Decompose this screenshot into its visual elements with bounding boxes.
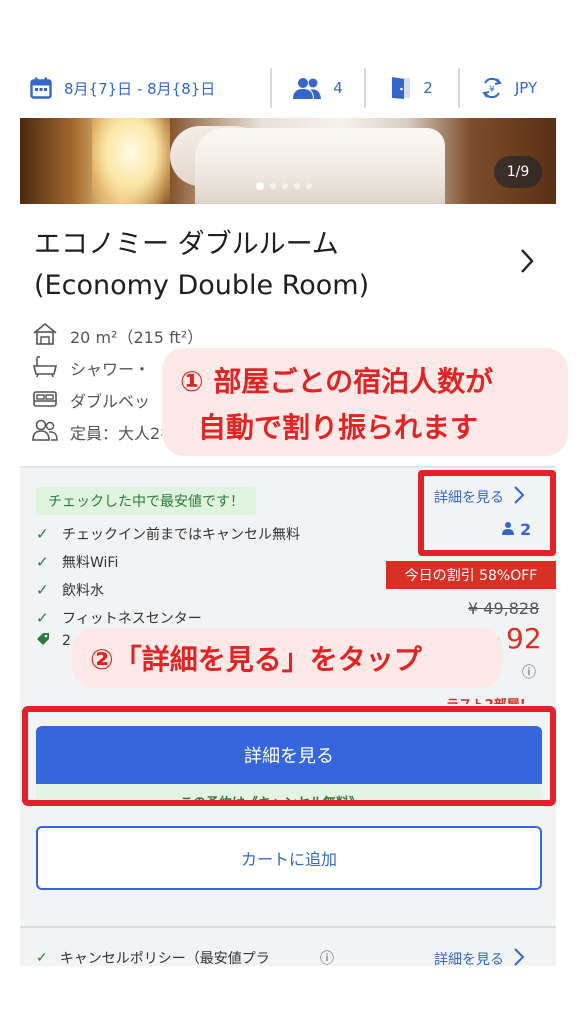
- bed-decoration: [195, 128, 445, 204]
- checkmark-icon: ✓: [36, 950, 48, 966]
- search-summary-bar: 8月{7}日 - 8月{8}日 4 2 ¥ JPY: [18, 60, 558, 116]
- discount-badge: 今日の割引 58%OFF: [386, 561, 556, 589]
- highlight-box: [418, 470, 556, 556]
- door-icon: [391, 76, 411, 100]
- info-icon[interactable]: ⓘ: [320, 948, 334, 966]
- carousel-dot: [282, 183, 288, 189]
- annotation-text: 自動で割り振られます: [198, 411, 479, 444]
- list-item: ✓ 無料WiFi: [36, 553, 119, 571]
- annotation-callout-tap: ②「詳細を見る」をタップ: [72, 628, 502, 688]
- lamp-decoration: [92, 118, 170, 204]
- carousel-dot: [256, 182, 264, 190]
- list-item: ✓ 飲料水: [36, 581, 104, 599]
- photo-counter-badge: 1/9: [494, 156, 542, 188]
- people-icon: [293, 77, 322, 99]
- guest-count-selector[interactable]: 4: [272, 68, 364, 108]
- svg-text:¥: ¥: [489, 85, 495, 95]
- checkmark-icon: ✓: [36, 581, 49, 599]
- original-price: ¥ 49,828: [468, 599, 540, 618]
- add-to-cart-button[interactable]: カートに追加: [36, 826, 542, 890]
- room-count: 2: [423, 79, 433, 97]
- checkmark-icon: ✓: [36, 553, 49, 571]
- people-icon: [32, 418, 58, 446]
- policy-details-link[interactable]: 詳細を見る: [434, 948, 525, 966]
- carousel-dot: [270, 183, 276, 189]
- carousel-dots: [256, 182, 312, 190]
- currency-code: JPY: [514, 79, 538, 97]
- highlight-box: [22, 706, 556, 806]
- info-icon[interactable]: ⓘ: [522, 662, 536, 682]
- carousel-dot: [294, 183, 300, 189]
- room-title-ja: エコノミー ダブルルーム: [34, 229, 339, 260]
- policy-label-group: ✓ キャンセルポリシー（最安値プラ: [36, 950, 270, 966]
- annotation-text: ① 部屋ごとの宿泊人数が: [180, 365, 494, 398]
- room-count-selector[interactable]: 2: [366, 68, 458, 108]
- list-item: 2: [36, 632, 71, 650]
- rooms-left-label: ラスト2部屋!: [446, 694, 526, 704]
- carousel-dot: [306, 183, 312, 189]
- room-title[interactable]: エコノミー ダブルルーム (Economy Double Room): [34, 224, 504, 306]
- house-icon: [32, 322, 58, 350]
- tag-icon: [36, 632, 50, 650]
- currency-selector[interactable]: ¥ JPY: [460, 68, 558, 108]
- best-price-badge: チェックした中で最安値です！: [36, 487, 256, 515]
- rate-features-list: ✓ チェックイン前まではキャンセル無料 ✓ 無料WiFi ✓ 飲料水 ✓ フィットネスセ…: [36, 520, 366, 632]
- annotation-text: ②「詳細を見る」をタップ: [90, 643, 422, 676]
- list-item: ✓ チェックイン前まではキャンセル無料: [36, 525, 300, 543]
- guest-count: 4: [333, 79, 343, 97]
- bed-icon: [32, 386, 58, 414]
- current-price: 92: [506, 622, 542, 655]
- date-range-text: 8月{7}日 - 8月{8}日: [64, 79, 216, 98]
- chevron-right-icon: [514, 948, 525, 966]
- room-title-en: (Economy Double Room): [34, 270, 370, 301]
- room-photo-carousel[interactable]: [20, 118, 556, 204]
- annotation-callout-occupancy: ① 部屋ごとの宿泊人数が 自動で割り振られます: [162, 348, 568, 456]
- checkmark-icon: ✓: [36, 525, 49, 543]
- bathtub-icon: [32, 354, 58, 382]
- cancellation-policy-row[interactable]: ✓ キャンセルポリシー（最安値プラ ⓘ 詳細を見る: [20, 926, 556, 966]
- chevron-right-icon[interactable]: [520, 248, 534, 278]
- currency-exchange-icon: ¥: [481, 77, 503, 99]
- checkmark-icon: ✓: [36, 609, 49, 627]
- calendar-icon: [30, 77, 52, 99]
- date-range-selector[interactable]: 8月{7}日 - 8月{8}日: [18, 68, 270, 108]
